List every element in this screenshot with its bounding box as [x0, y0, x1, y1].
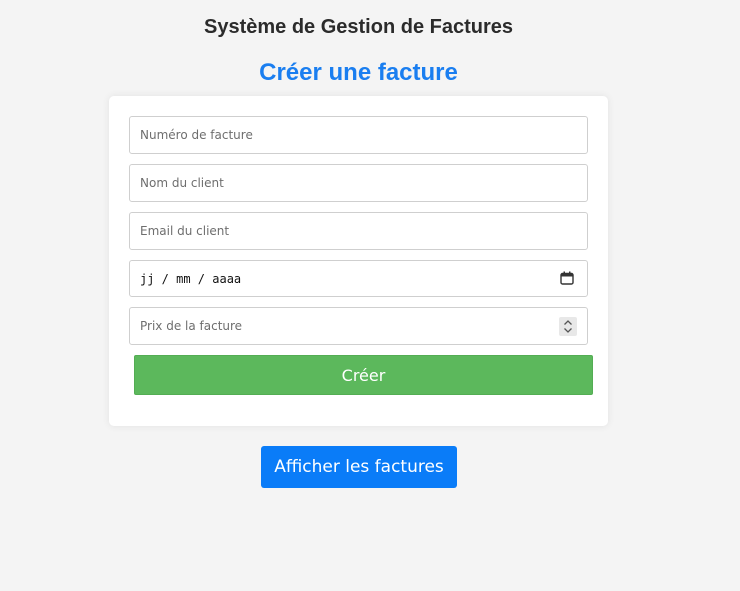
invoice-form-card: Numéro de facture Nom du client Email du…	[109, 96, 608, 426]
client-email-input[interactable]: Email du client	[129, 212, 588, 250]
client-name-placeholder: Nom du client	[140, 176, 224, 190]
spinner-icon[interactable]	[559, 317, 577, 336]
client-email-placeholder: Email du client	[140, 224, 230, 238]
app-title: Système de Gestion de Factures	[203, 16, 513, 38]
invoice-number-placeholder: Numéro de facture	[140, 128, 253, 142]
calendar-icon[interactable]	[560, 271, 574, 285]
show-invoices-button[interactable]: Afficher les factures	[261, 446, 457, 488]
form-title: Créer une facture	[259, 59, 458, 86]
invoice-number-input[interactable]: Numéro de facture	[129, 116, 588, 154]
client-name-input[interactable]: Nom du client	[129, 164, 588, 202]
price-input[interactable]: Prix de la facture	[129, 307, 588, 345]
date-placeholder: jj / mm / aaaa	[140, 271, 242, 286]
create-button[interactable]: Créer	[134, 355, 593, 395]
price-placeholder: Prix de la facture	[140, 319, 243, 333]
date-input[interactable]: jj / mm / aaaa	[129, 260, 588, 297]
